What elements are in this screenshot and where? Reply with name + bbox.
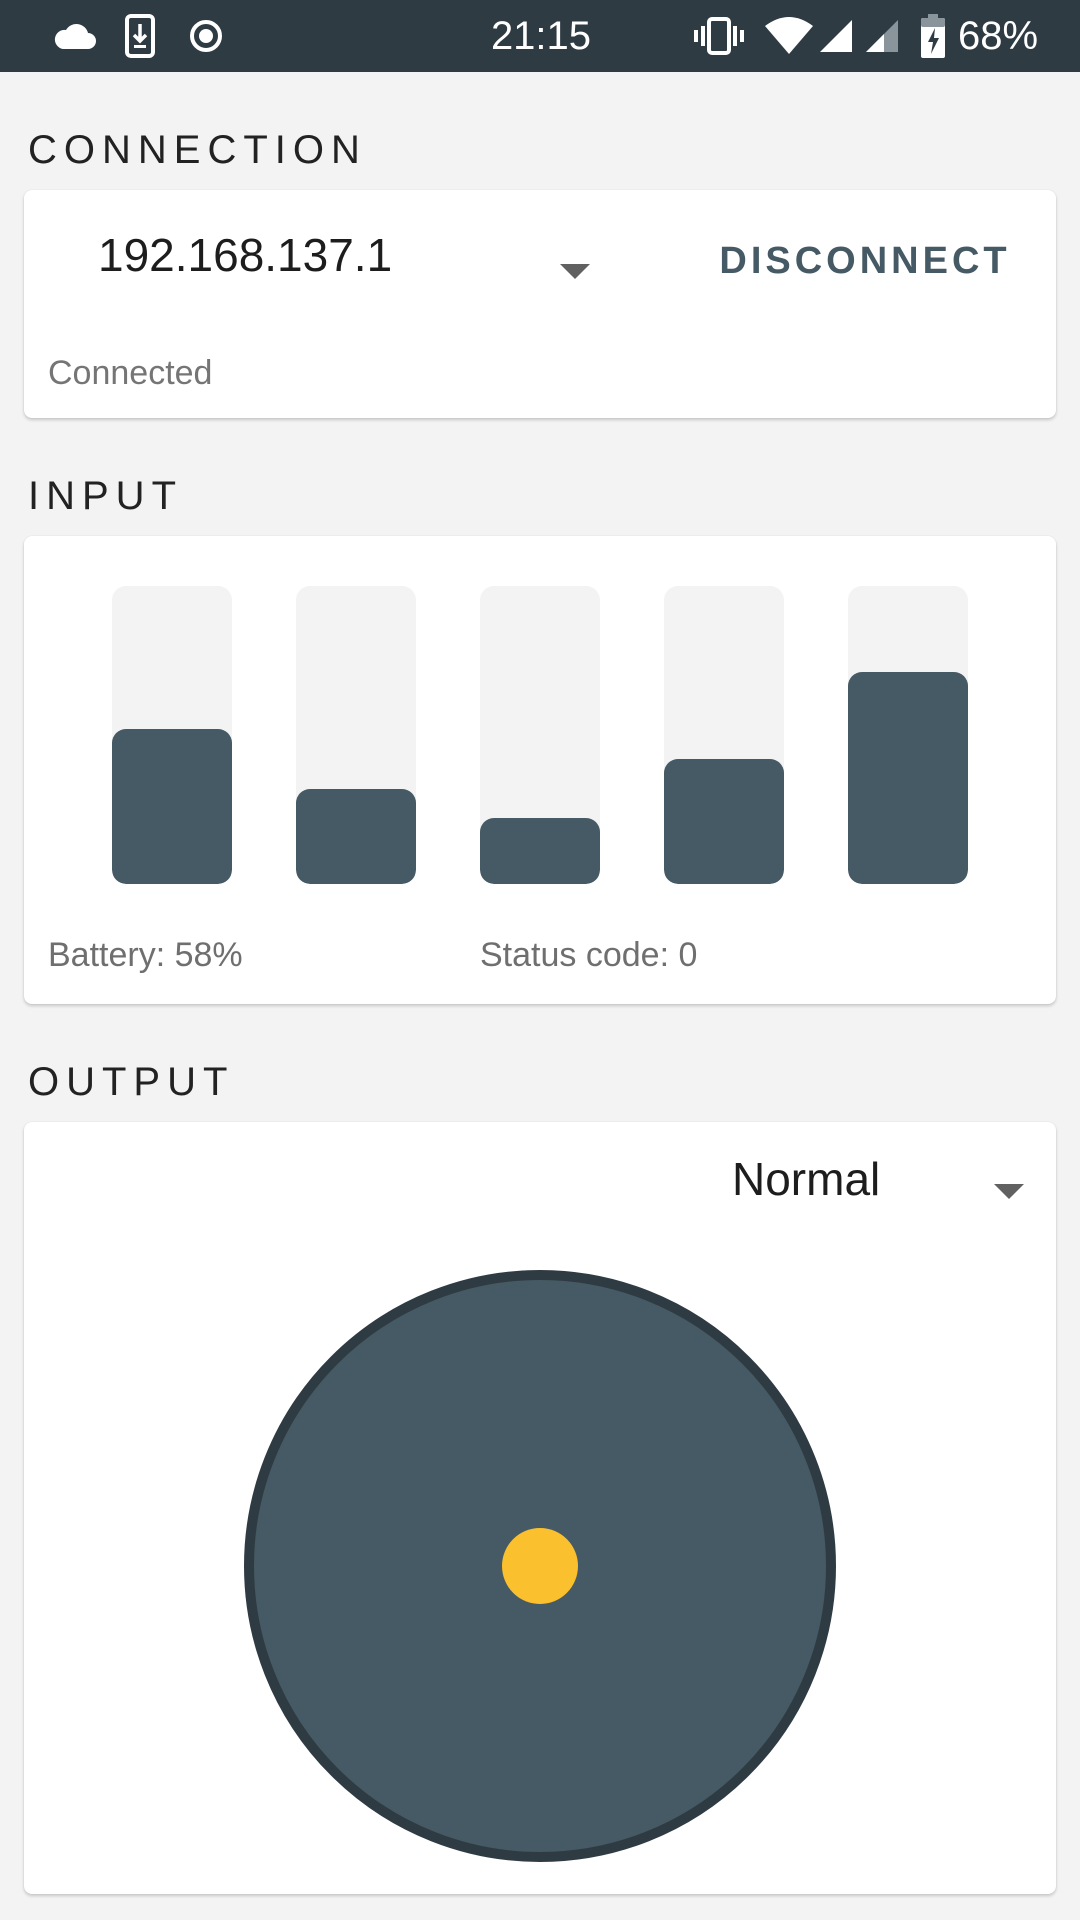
input-bar-2 [296,586,416,884]
clock: 21:15 [490,13,592,58]
battery-label: Battery: 58% [48,936,243,974]
input-bar-fill [664,758,784,884]
input-bar-fill [296,788,416,884]
status-code-label: Status code: 0 [480,936,698,974]
connection-card: 192.168.137.1 DISCONNECT Connected [24,190,1056,418]
chevron-down-icon [560,264,590,279]
mode-select[interactable]: Normal [724,1142,1044,1222]
cloud-icon [52,0,98,72]
input-bar-3 [480,586,600,884]
signal-icon [818,0,854,72]
input-bar-1 [112,586,232,884]
signal-weak-icon [864,0,900,72]
input-bar-4 [664,586,784,884]
vibrate-icon [694,0,744,72]
ip-address-value: 192.168.137.1 [98,229,393,281]
input-bar-fill [480,818,600,884]
wifi-icon [764,0,814,72]
input-bar-fill [848,672,968,884]
output-card: Normal [24,1122,1056,1894]
connection-status: Connected [48,354,213,392]
joystick-pad[interactable] [244,1270,836,1862]
output-section-title: OUTPUT [28,1060,235,1104]
chevron-down-icon [994,1184,1024,1199]
status-bar: 21:15 68% [0,0,1080,72]
download-icon [124,0,156,72]
ip-address-select[interactable]: 192.168.137.1 [64,220,604,306]
battery-percent: 68% [958,13,1039,58]
battery-charging-icon [920,0,946,72]
input-bar-5 [848,586,968,884]
mode-value: Normal [732,1153,881,1205]
input-card: Battery: 58% Status code: 0 [24,536,1056,1004]
input-bar-fill [112,729,232,884]
input-section-title: INPUT [28,474,183,518]
disconnect-button[interactable]: DISCONNECT [700,228,1030,294]
record-icon [188,0,224,72]
connection-section-title: CONNECTION [28,128,367,172]
joystick-knob[interactable] [502,1528,578,1604]
